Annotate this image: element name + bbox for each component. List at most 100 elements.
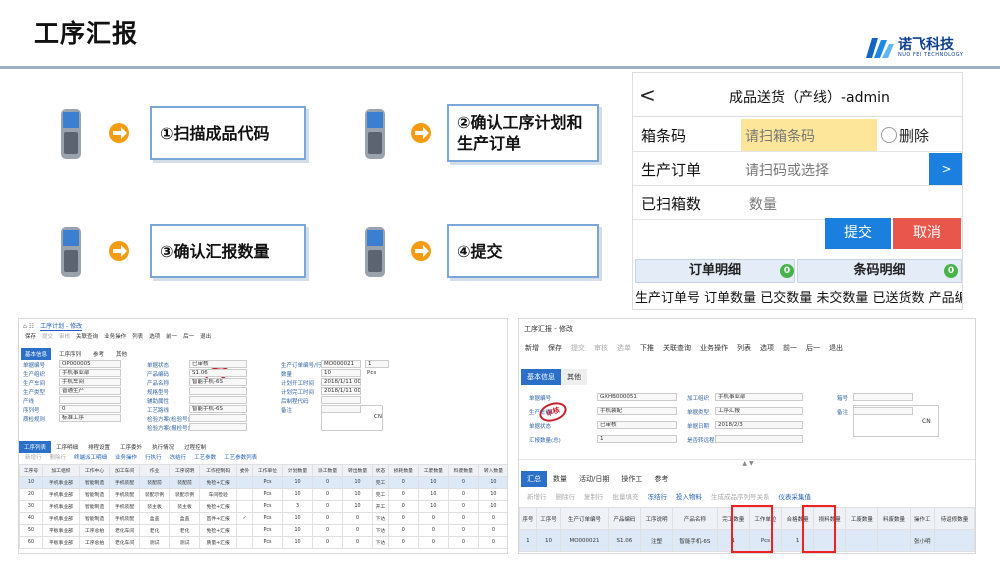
sub-tab-4[interactable]: 执行情况 (147, 441, 179, 453)
field-value[interactable]: 0 (59, 405, 121, 413)
toolbar-button-10[interactable]: 前一 (783, 343, 797, 353)
column-header[interactable]: 转入数量 (477, 464, 507, 477)
toolbar-button-0[interactable]: 新增 (525, 343, 539, 353)
sub-toolbar-button-2[interactable]: 复制行 (584, 491, 604, 501)
field-value[interactable]: 10 (321, 369, 361, 377)
column-header[interactable]: 工废数量 (845, 507, 879, 530)
field-value[interactable]: 已审核 (189, 360, 247, 368)
toolbar-button-7[interactable]: 前一 (166, 332, 177, 340)
sub-tab-0[interactable]: 汇总 (521, 471, 547, 487)
column-header[interactable]: 工序号 (535, 507, 562, 530)
field-value[interactable]: 2018/2/3 (715, 421, 803, 429)
order-select-button[interactable]: > (929, 153, 962, 185)
tab-1[interactable]: 其他 (561, 369, 587, 385)
column-header[interactable]: 工废数量 (417, 464, 449, 477)
field-value[interactable] (853, 407, 913, 415)
column-header[interactable]: 状态 (372, 464, 389, 477)
sub-tab-2[interactable]: 活动/日期 (573, 471, 615, 487)
field-value[interactable]: 手机事业部 (59, 369, 121, 377)
field-value[interactable] (59, 396, 121, 404)
field-value[interactable]: 智能手机-6S (189, 378, 247, 386)
column-header[interactable]: 委外 (236, 464, 253, 477)
sub-toolbar-button-3[interactable]: 批量填充 (613, 491, 639, 501)
sub-toolbar-button-5[interactable]: 冻结行 (170, 453, 187, 461)
field-value[interactable] (321, 396, 361, 404)
field-value[interactable] (189, 387, 247, 395)
box-barcode-input[interactable]: 请扫箱条码 (741, 119, 877, 151)
field-value[interactable]: 手机车间 (59, 378, 121, 386)
toolbar-button-1[interactable]: 提交 (42, 332, 53, 340)
sub-toolbar-button-3[interactable]: 业务操作 (115, 453, 137, 461)
toolbar-button-7[interactable]: 业务操作 (700, 343, 728, 353)
toolbar-button-2[interactable]: 审核 (59, 332, 70, 340)
sub-toolbar-button-0[interactable]: 新增行 (527, 491, 547, 501)
field-value[interactable]: S1.06 (189, 369, 247, 377)
order-input[interactable]: 请扫码或选择 (741, 153, 921, 185)
column-header[interactable]: 料废数量 (447, 464, 479, 477)
column-header[interactable]: 工序号 (19, 464, 43, 477)
field-value[interactable] (189, 423, 247, 431)
column-header[interactable]: 产品名称 (672, 507, 718, 530)
toolbar-button-9[interactable]: 退出 (200, 332, 211, 340)
tab-3[interactable]: 其他 (112, 348, 131, 360)
toolbar-button-4[interactable]: 业务操作 (104, 332, 126, 340)
home-icon[interactable]: ⌂ ☷ (23, 323, 34, 330)
field-value[interactable]: 2018/1/11 00:00:00 (321, 378, 361, 386)
column-header[interactable]: 工作单位 (251, 464, 284, 477)
field-value[interactable] (189, 414, 247, 422)
tab-order-detail[interactable]: 订单明细 0 (635, 259, 795, 283)
toolbar-button-5[interactable]: 列表 (132, 332, 143, 340)
toolbar-button-12[interactable]: 退出 (829, 343, 843, 353)
table-row[interactable]: 10 手机事业部 智能制造 手机装配 装配前 装配前 免检+汇报 Pcs 10 0 10 完工 0 10 0… (19, 476, 507, 489)
column-header[interactable]: 生产订单编号 (560, 507, 609, 530)
tab-1[interactable]: 工序序列 (55, 348, 85, 360)
sub-tab-0[interactable]: 工序列表 (19, 441, 52, 453)
toolbar-button-2[interactable]: 提交 (571, 343, 585, 353)
sub-toolbar-button-7[interactable]: 工艺参数列表 (224, 453, 257, 461)
cancel-button[interactable]: 取消 (893, 218, 961, 249)
field-value[interactable]: 智能手机-6S (189, 405, 247, 413)
table-row[interactable]: 50 平板事业部 工序总拍 老化车间 老化 老化 免检+汇报 Pcs 10 0 0 下达 0 0 0 0 (19, 524, 507, 537)
column-header[interactable]: 转出数量 (342, 464, 374, 477)
sub-toolbar-button-6[interactable]: 工艺参数 (194, 453, 216, 461)
column-header[interactable]: 料废数量 (877, 507, 911, 530)
field-value-line[interactable]: 1 (365, 360, 389, 368)
table-row[interactable]: 30 手机事业部 智能制造 手机装配 装主板 装主板 免检+汇报 Pcs 3 0 10 开工 0 10 0 1… (19, 500, 507, 513)
field-value[interactable] (715, 435, 803, 443)
breadcrumb[interactable]: 工序汇报 - 修改 (524, 324, 573, 334)
sub-toolbar-button-4[interactable]: 行执行 (145, 453, 162, 461)
field-value[interactable]: MO000021 (321, 360, 361, 368)
tab-2[interactable]: 参考 (89, 348, 108, 360)
toolbar-button-11[interactable]: 后一 (806, 343, 820, 353)
column-header[interactable]: 工作控制码 (199, 464, 238, 477)
column-header[interactable]: 待返修数量 (934, 507, 975, 530)
sub-toolbar-button-2[interactable]: 终端派工明细 (74, 453, 107, 461)
toolbar-button-9[interactable]: 选项 (760, 343, 774, 353)
column-header[interactable]: 序号 (519, 507, 537, 530)
sub-tab-2[interactable]: 排程设置 (83, 441, 115, 453)
field-value[interactable]: 1 (597, 435, 677, 443)
column-header[interactable]: 产品编码 (607, 507, 641, 530)
sub-tab-3[interactable]: 操作工 (615, 471, 648, 487)
sub-toolbar-button-6[interactable]: 生成成品序列号关系 (711, 491, 770, 501)
column-header[interactable]: 派工数量 (312, 464, 344, 477)
sub-toolbar-button-7[interactable]: 仪表采集值 (779, 491, 812, 501)
column-header[interactable]: 损耗数量 (387, 464, 419, 477)
field-value[interactable] (853, 393, 913, 401)
column-header[interactable]: 作业 (139, 464, 171, 477)
column-header[interactable]: 加工组织 (41, 464, 81, 477)
column-header[interactable]: 工序说明 (639, 507, 674, 530)
breadcrumb[interactable]: 工序计划 - 修改 (40, 321, 83, 331)
toolbar-button-4[interactable]: 选单 (617, 343, 631, 353)
field-value[interactable]: 工序汇报 (715, 407, 803, 415)
sub-toolbar-button-5[interactable]: 投入物料 (676, 491, 702, 501)
field-value[interactable]: 标准工序 (59, 414, 121, 422)
toolbar-button-6[interactable]: 选项 (149, 332, 160, 340)
submit-button[interactable]: 提交 (825, 218, 891, 249)
sub-tab-1[interactable]: 数量 (547, 471, 573, 487)
table-row[interactable]: 20 手机事业部 智能制造 手机装配 装配示例 装配示例 车间检验 Pcs 10 0 10 完工 0 10… (19, 488, 507, 501)
sub-tab-5[interactable]: 过程控制 (179, 441, 211, 453)
delete-radio[interactable] (881, 127, 897, 143)
field-value[interactable]: OP000005 (59, 360, 121, 368)
toolbar-button-3[interactable]: 审核 (594, 343, 608, 353)
